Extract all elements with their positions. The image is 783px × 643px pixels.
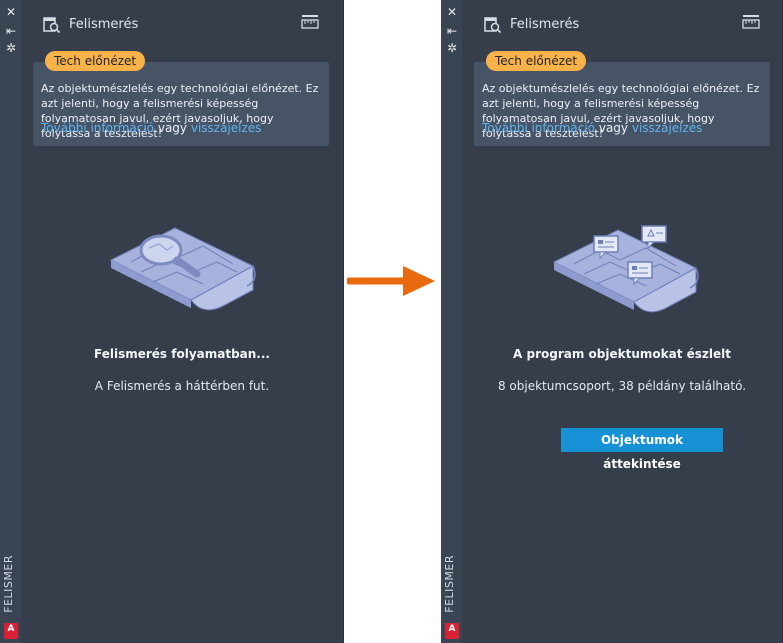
palette-side-label: FELISMER: [443, 555, 456, 613]
scan-document-icon: [43, 17, 61, 34]
palette-title: Felismerés: [510, 17, 580, 32]
palette-panel: Felismerés Az objektumészlelés egy techn…: [462, 0, 783, 643]
tech-preview-notice: Az objektumészlelés egy technológiai elő…: [474, 62, 770, 146]
tech-preview-links: További információ vagy visszajelzés: [41, 121, 325, 136]
scan-document-icon: [484, 17, 502, 34]
status-subtitle: A Felismerés a háttérben fut.: [94, 379, 270, 393]
feedback-link[interactable]: visszajelzés: [191, 121, 262, 135]
palette-right: ✕ ⇤ ✲ FELISMER A Felismerés Az objektumé…: [441, 0, 783, 643]
autocad-logo-icon: A: [4, 623, 18, 639]
palette-header: Felismerés: [21, 0, 343, 48]
palette-panel: Felismerés Az objektumészlelés egy techn…: [21, 0, 344, 643]
more-info-link[interactable]: További információ: [482, 121, 595, 135]
palette-side-label: FELISMER: [2, 555, 15, 613]
palette-header: Felismerés: [462, 0, 783, 48]
ruler-icon[interactable]: [742, 14, 760, 30]
tech-preview-notice: Az objektumészlelés egy technológiai elő…: [33, 62, 329, 146]
status-subtitle: 8 objektumcsoport, 38 példány található.: [497, 379, 747, 393]
autocad-logo-icon: A: [445, 623, 459, 639]
palette-title: Felismerés: [69, 17, 139, 32]
palette-titlebar-strip: ✕ ⇤ ✲ FELISMER A: [441, 0, 462, 643]
status-title: A program objektumokat észlelt: [513, 347, 731, 361]
palette-left: ✕ ⇤ ✲ FELISMER A Felismerés Az objektumé…: [0, 0, 344, 643]
review-objects-button[interactable]: Objektumok áttekintése: [561, 428, 723, 471]
settings-icon[interactable]: ✲: [445, 42, 459, 54]
status-title: Felismerés folyamatban...: [94, 347, 270, 361]
links-connector: vagy: [598, 121, 629, 135]
blueprint-magnifier-illustration: [109, 227, 256, 311]
tech-preview-badge: Tech előnézet: [45, 51, 146, 71]
more-info-link[interactable]: További információ: [41, 121, 154, 135]
tech-preview-links: További információ vagy visszajelzés: [482, 121, 766, 136]
pin-icon[interactable]: ⇤: [4, 25, 18, 37]
palette-titlebar-strip: ✕ ⇤ ✲ FELISMER A: [0, 0, 21, 643]
links-connector: vagy: [157, 121, 188, 135]
settings-icon[interactable]: ✲: [4, 42, 18, 54]
feedback-link[interactable]: visszajelzés: [632, 121, 703, 135]
blueprint-markers-illustration: [552, 225, 699, 313]
pin-icon[interactable]: ⇤: [445, 25, 459, 37]
right-arrow-icon: [347, 266, 435, 296]
close-icon[interactable]: ✕: [445, 6, 459, 18]
close-icon[interactable]: ✕: [4, 6, 18, 18]
ruler-icon[interactable]: [301, 14, 319, 30]
tech-preview-badge: Tech előnézet: [486, 51, 587, 71]
